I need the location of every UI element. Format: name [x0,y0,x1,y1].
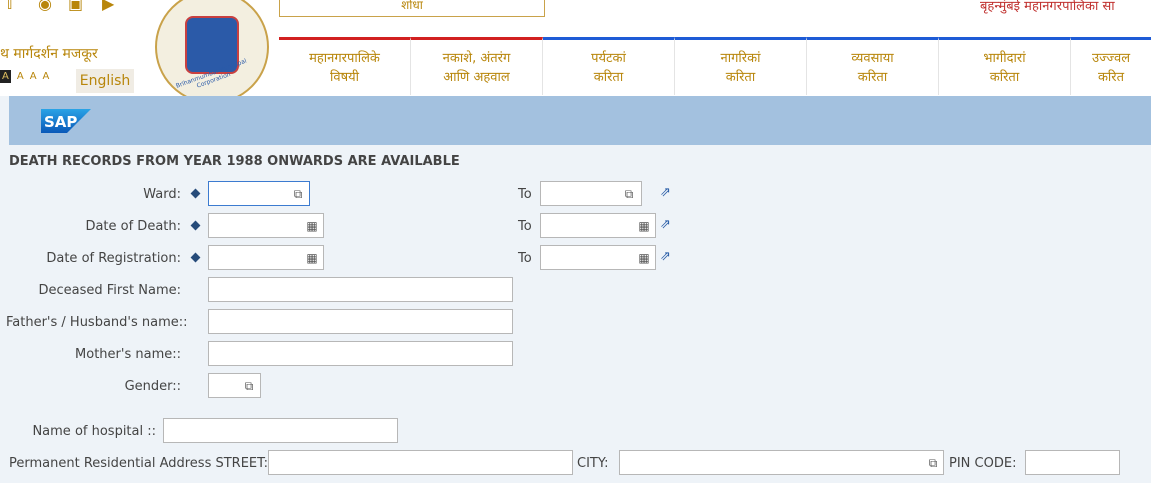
menu-label: व्यवसाया [851,51,894,66]
bmc-logo[interactable]: Brihanmumbai Municipal Corporation [155,0,269,104]
font-size-controls: AAAA [0,70,55,83]
font-size-large[interactable]: A [43,71,50,82]
calendar-icon[interactable]: ▦ [637,219,651,233]
english-language-button[interactable]: English [76,69,134,93]
font-size-small[interactable]: A [17,71,24,82]
mother-name-label: Mother's name:: [75,347,181,362]
menu-label: भागीदारां [983,51,1026,66]
facebook-icon[interactable]: ▣ [68,0,83,13]
value-help-icon[interactable]: ⧉ [291,187,305,201]
youtube-icon[interactable]: ▶ [102,0,114,13]
city-label: CITY: [577,456,609,471]
deceased-first-name-label: Deceased First Name: [38,283,182,298]
sap-header-bar: SAP [9,96,1151,145]
calendar-icon[interactable]: ▦ [637,251,651,265]
date-of-death-to-label: To [518,219,532,234]
menu-label: पर्यटकां [591,51,626,66]
svg-text:SAP: SAP [44,113,77,131]
menu-label: विषयी [329,70,360,85]
date-of-death-label: Date of Death: [85,219,181,234]
menu-maps-reports[interactable]: नकाशे, अंतरंग आणि अहवाल [411,37,543,95]
menu-label: करिता [593,70,624,85]
street-label: Permanent Residential Address STREET: [9,456,269,471]
menu-label: महानगरपालिके [309,51,380,66]
father-husband-name-input[interactable] [208,309,513,334]
multiple-selection-icon[interactable]: ⇗ [660,249,678,265]
deceased-first-name-input[interactable] [208,277,513,302]
gender-label: Gender:: [124,379,181,394]
ward-to-label: To [518,187,532,202]
mother-name-input[interactable] [208,341,513,366]
required-diamond-icon [190,188,201,199]
menu-label: आणि अहवाल [443,70,510,85]
site-header: 𝕋 ◉ ▣ ▶ थ मार्गदर्शन मजकूर AAAA English … [0,0,1151,104]
menu-about[interactable]: महानगरपालिके विषयी [279,37,411,95]
menu-tourists[interactable]: पर्यटकां करिता [543,37,675,95]
hospital-name-label: Name of hospital :: [32,424,156,439]
menu-label: करिता [857,70,888,85]
menu-label: करित [1097,70,1125,85]
value-help-icon[interactable]: ⧉ [926,456,940,470]
twitter-icon[interactable]: 𝕋 [4,0,15,13]
menu-label: करिता [989,70,1020,85]
form-title: DEATH RECORDS FROM YEAR 1988 ONWARDS ARE… [9,154,460,169]
required-diamond-icon [190,252,201,263]
date-of-registration-label: Date of Registration: [46,251,181,266]
pin-code-label: PIN CODE: [949,456,1017,471]
menu-label: नकाशे, अंतरंग [442,51,511,66]
top-nav-links[interactable]: थ मार्गदर्शन मजकूर [0,44,98,63]
multiple-selection-icon[interactable]: ⇗ [660,185,678,201]
instagram-icon[interactable]: ◉ [38,0,52,13]
menu-label: नागरिकां [720,51,761,66]
menu-citizens[interactable]: नागरिकां करिता [675,37,807,95]
menu-partners[interactable]: भागीदारां करिता [939,37,1071,95]
sap-logo: SAP [41,109,91,133]
multiple-selection-icon[interactable]: ⇗ [660,217,678,233]
menu-bright[interactable]: उज्ज्वल करित [1071,37,1151,95]
father-husband-name-label: Father's / Husband's name:: [6,315,188,330]
pin-code-input[interactable] [1025,450,1120,475]
calendar-icon[interactable]: ▦ [305,251,319,265]
value-help-icon[interactable]: ⧉ [242,379,256,393]
ward-label: Ward: [143,187,181,202]
menu-business[interactable]: व्यवसाया करिता [807,37,939,95]
font-size-contrast[interactable]: A [0,70,11,83]
value-help-icon[interactable]: ⧉ [622,187,636,201]
calendar-icon[interactable]: ▦ [305,219,319,233]
menu-label: उज्ज्वल [1091,51,1131,66]
search-button[interactable]: शोधा [279,0,545,17]
required-diamond-icon [190,220,201,231]
menu-label: करिता [725,70,756,85]
street-input[interactable] [268,450,573,475]
corporation-name: बृहन्मुंबई महानगरपालिका सा [980,0,1115,14]
date-of-registration-to-label: To [518,251,532,266]
city-input[interactable] [619,450,944,475]
hospital-name-input[interactable] [163,418,398,443]
font-size-medium[interactable]: A [30,71,37,82]
